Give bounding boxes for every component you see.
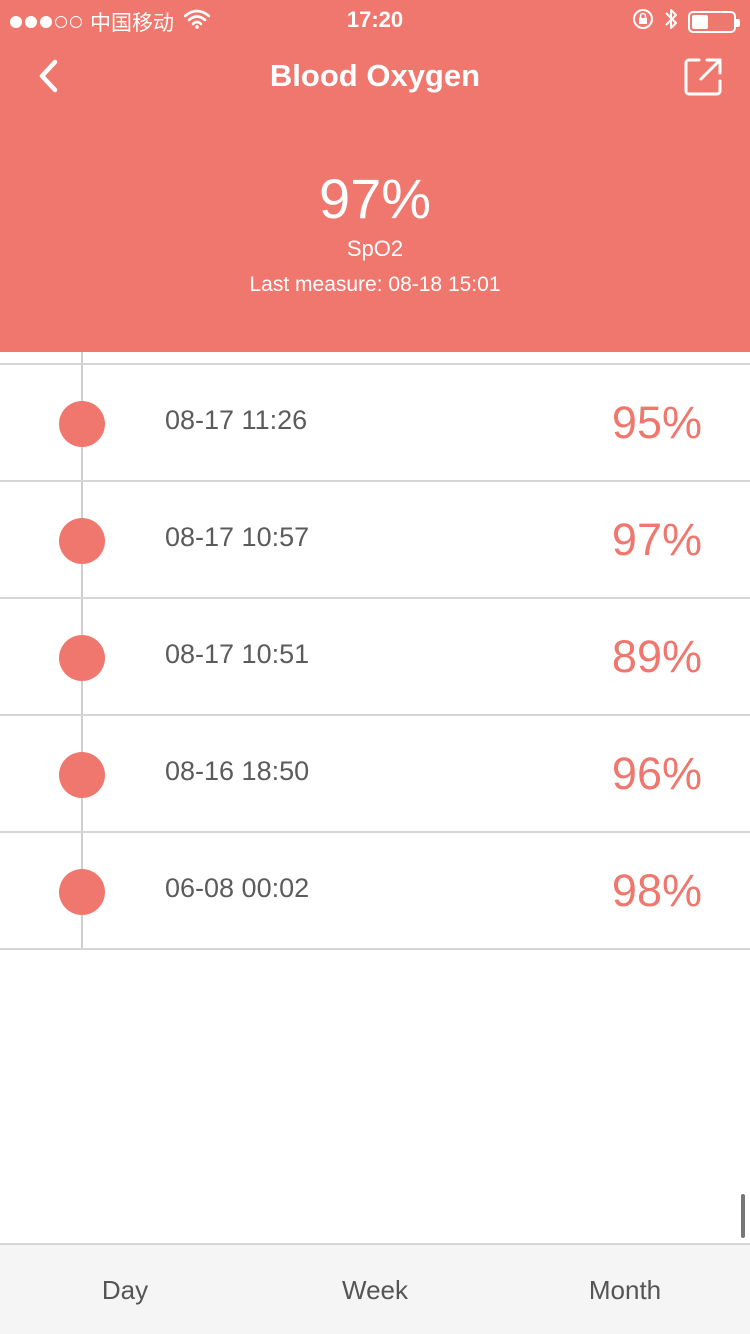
navigation-bar: Blood Oxygen	[0, 40, 750, 120]
timeline-dot	[59, 635, 105, 681]
record-time: 08-17 10:51	[165, 639, 310, 669]
status-bar: 中国移动 17:20	[0, 0, 750, 40]
page-title: Blood Oxygen	[269, 58, 481, 93]
tab-week[interactable]: Week	[250, 1245, 500, 1334]
tab-month[interactable]: Month	[500, 1245, 750, 1334]
share-button[interactable]	[680, 54, 726, 100]
list-item[interactable]: 06-08 00:02 98%	[0, 833, 750, 950]
tab-bar: Day Week Month	[0, 1243, 750, 1334]
record-time: 08-17 11:26	[165, 405, 308, 435]
list-item[interactable]: 08-16 18:50 96%	[0, 716, 750, 833]
timeline-dot	[59, 869, 105, 915]
status-right	[632, 7, 740, 37]
record-time: 06-08 00:02	[165, 873, 310, 903]
battery-icon	[688, 11, 740, 33]
record-value: 89%	[611, 631, 702, 682]
record-value: 96%	[611, 748, 702, 799]
battery-cap	[736, 19, 740, 27]
timeline-dot	[59, 401, 105, 447]
record-value: 95%	[611, 397, 702, 448]
share-icon	[684, 58, 722, 96]
header: 中国移动 17:20 Blood Oxygen 97% SpO2 Last me…	[0, 0, 750, 352]
scrollbar[interactable]	[741, 1194, 745, 1238]
record-time: 08-16 18:50	[165, 756, 310, 786]
record-value: 98%	[611, 865, 702, 916]
record-time: 08-17 10:57	[165, 522, 310, 552]
list-item[interactable]: 08-17 10:51 89%	[0, 599, 750, 716]
timeline-dot	[59, 518, 105, 564]
bluetooth-icon	[664, 7, 678, 37]
list-item[interactable]: 08-17 11:26 95%	[0, 365, 750, 482]
records-list[interactable]: 08-17 11:26 95% 08-17 10:57 97% 08-17 10…	[0, 352, 750, 952]
tab-day[interactable]: Day	[0, 1245, 250, 1334]
timeline-dot	[59, 752, 105, 798]
orientation-lock-icon	[632, 8, 654, 36]
last-measure-text: Last measure: 08-18 15:01	[249, 273, 501, 296]
list-item[interactable]: 08-17 10:57 97%	[0, 482, 750, 599]
summary: 97% SpO2 Last measure: 08-18 15:01	[0, 164, 750, 300]
spo2-label: SpO2	[346, 236, 404, 261]
battery-fill	[692, 15, 708, 29]
current-spo2-value: 97%	[318, 167, 432, 230]
record-value: 97%	[611, 514, 702, 565]
